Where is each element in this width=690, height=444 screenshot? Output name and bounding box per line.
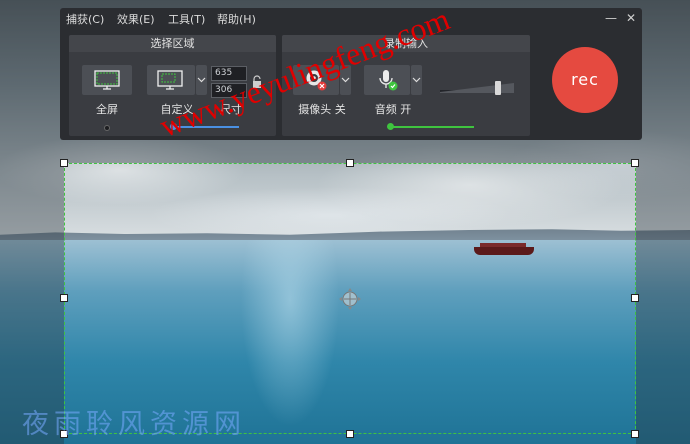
custom-area-monitor-icon bbox=[157, 70, 183, 90]
resize-handle-top[interactable] bbox=[346, 159, 354, 167]
fullscreen-button[interactable] bbox=[82, 65, 132, 95]
audio-dropdown[interactable] bbox=[411, 65, 422, 95]
menu-capture[interactable]: 捕获(C) bbox=[66, 11, 104, 27]
rec-button[interactable]: rec bbox=[552, 47, 618, 113]
menu-help[interactable]: 帮助(H) bbox=[217, 11, 256, 27]
microphone-icon bbox=[379, 70, 398, 91]
resize-handle-top-right[interactable] bbox=[631, 159, 639, 167]
resize-handle-top-left[interactable] bbox=[60, 159, 68, 167]
move-region-icon[interactable] bbox=[338, 287, 362, 311]
audio-button[interactable] bbox=[364, 65, 410, 95]
audio-underline bbox=[390, 126, 474, 128]
menu-tools[interactable]: 工具(T) bbox=[168, 11, 205, 27]
menu-effects[interactable]: 效果(E) bbox=[117, 11, 155, 27]
resize-handle-bottom[interactable] bbox=[346, 430, 354, 438]
chevron-down-icon bbox=[412, 77, 421, 83]
resize-handle-bottom-right[interactable] bbox=[631, 430, 639, 438]
dimmed-area-right bbox=[636, 163, 690, 444]
minimize-icon[interactable]: — bbox=[603, 10, 619, 26]
resize-handle-right[interactable] bbox=[631, 294, 639, 302]
fullscreen-label: 全屏 bbox=[96, 103, 118, 116]
watermark-site-name: 夜雨聆风资源网 bbox=[22, 409, 246, 440]
camera-label: 摄像头 关 bbox=[298, 103, 346, 116]
select-area-title: 选择区域 bbox=[69, 35, 276, 52]
fullscreen-dot bbox=[104, 125, 110, 131]
audio-label: 音频 开 bbox=[374, 103, 412, 116]
fullscreen-monitor-icon bbox=[94, 70, 120, 90]
close-icon[interactable]: ✕ bbox=[623, 10, 639, 26]
volume-slider[interactable] bbox=[440, 80, 514, 98]
audio-dot bbox=[387, 123, 394, 130]
resize-handle-left[interactable] bbox=[60, 294, 68, 302]
menu-bar: 捕获(C) 效果(E) 工具(T) 帮助(H) — ✕ bbox=[60, 8, 642, 28]
custom-area-button[interactable] bbox=[147, 65, 195, 95]
